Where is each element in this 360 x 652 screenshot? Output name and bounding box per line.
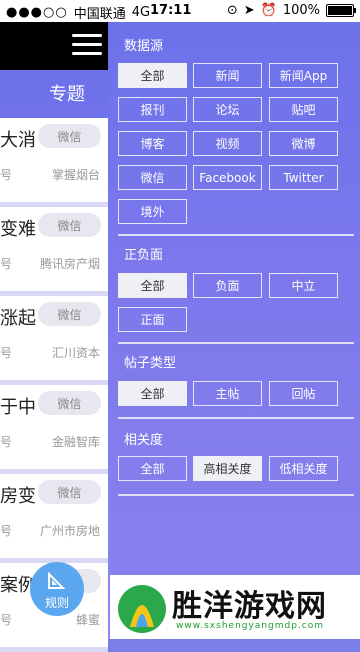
filter-panel: 数据源 正负面 帖子类型 相关度 全部 新闻 新闻App 报刊 论坛 贴吧 博客 视频 微博 微信… bbox=[110, 22, 360, 639]
source-option[interactable]: 贴吧 bbox=[269, 97, 338, 122]
ruler-icon bbox=[48, 572, 66, 589]
relevance-title: 相关度 bbox=[124, 433, 164, 448]
divider bbox=[118, 417, 354, 419]
source-option[interactable]: 新闻 bbox=[193, 63, 262, 88]
sentiment-title: 正负面 bbox=[124, 248, 164, 263]
battery-icon bbox=[326, 4, 356, 17]
card-sub-left: 号 bbox=[0, 257, 13, 271]
relevance-option[interactable]: 全部 bbox=[118, 456, 187, 481]
card-sub-right: 腾讯房产烟 bbox=[39, 257, 100, 271]
rules-label: 规则 bbox=[44, 596, 69, 610]
watermark-url: www.sxshengyangmdp.com bbox=[176, 621, 325, 631]
post_type-option[interactable]: 全部 bbox=[118, 381, 187, 406]
card-title: 房变 bbox=[0, 486, 36, 507]
carrier-label: 中国联通 bbox=[73, 7, 126, 22]
source-option[interactable]: 全部 bbox=[118, 63, 187, 88]
topic-list-panel: 专题 大消 微信号掌握烟台 变难 微信号腾讯房产烟 涨起 微信号汇川资本 于中 微信号金融智库… bbox=[0, 22, 110, 652]
card-sub-right: 汇川资本 bbox=[51, 346, 100, 360]
post-type-title: 帖子类型 bbox=[124, 356, 177, 371]
card-title: 变难 bbox=[0, 219, 36, 240]
source-badge: 微信 bbox=[38, 302, 101, 326]
divider bbox=[118, 494, 354, 496]
topbar bbox=[0, 22, 108, 70]
menu-icon[interactable] bbox=[72, 34, 102, 58]
sentiment-option[interactable]: 全部 bbox=[118, 273, 187, 298]
topic-card[interactable]: 房变 微信号 广州市房地 bbox=[0, 474, 108, 563]
status-bar: ●●●○○ 中国联通 4G 17:11 ⊙ ➤ ⏰ 100% bbox=[0, 0, 360, 22]
source-option[interactable]: Twitter bbox=[269, 165, 338, 190]
relevance-option[interactable]: 低相关度 bbox=[269, 456, 338, 481]
source-badge: 微信 bbox=[38, 391, 101, 415]
card-title: 于中 bbox=[0, 397, 36, 418]
source-option[interactable]: Facebook bbox=[193, 165, 262, 190]
source-option[interactable]: 博客 bbox=[118, 131, 187, 156]
sentiment-option[interactable]: 中立 bbox=[269, 273, 338, 298]
source-option[interactable]: 视频 bbox=[193, 131, 262, 156]
rules-button[interactable]: 规则 bbox=[30, 562, 84, 616]
post_type-option[interactable]: 回帖 bbox=[269, 381, 338, 406]
card-sub-left: 号 bbox=[0, 435, 13, 449]
topic-card[interactable]: 于中 微信号 金融智库 bbox=[0, 385, 108, 474]
signal-icon: ●●●○○ bbox=[6, 5, 68, 20]
relevance-option[interactable]: 高相关度 bbox=[193, 456, 262, 481]
sentiment-option[interactable]: 负面 bbox=[193, 273, 262, 298]
logo-icon bbox=[118, 585, 166, 633]
topic-card[interactable]: 涨起 微信号 汇川资本 bbox=[0, 296, 108, 385]
clock: 17:11 bbox=[150, 3, 192, 18]
watermark-text: 胜洋游戏网 bbox=[172, 589, 327, 624]
card-sub-right: 广州市房地 bbox=[39, 524, 100, 538]
source-option[interactable]: 新闻App bbox=[269, 63, 338, 88]
divider bbox=[118, 342, 354, 344]
network-label: 4G bbox=[131, 5, 151, 20]
sentiment-option[interactable]: 正面 bbox=[118, 307, 187, 332]
source-option[interactable]: 境外 bbox=[118, 199, 187, 224]
divider bbox=[118, 234, 354, 236]
source-title: 数据源 bbox=[124, 39, 164, 54]
card-sub-right: 掌握烟台 bbox=[51, 168, 100, 182]
card-sub-left: 号 bbox=[0, 524, 13, 538]
source-option[interactable]: 微信 bbox=[118, 165, 187, 190]
battery-percent: 100% bbox=[282, 3, 320, 18]
source-badge: 微信 bbox=[38, 124, 101, 148]
lock-rotation-icon: ⊙ bbox=[226, 3, 238, 18]
page-title: 专题 bbox=[49, 84, 85, 105]
alarm-icon: ⏰ bbox=[260, 3, 277, 18]
watermark: 胜洋游戏网 www.sxshengyangmdp.com bbox=[110, 575, 360, 639]
source-option[interactable]: 微博 bbox=[269, 131, 338, 156]
source-badge: 微信 bbox=[38, 480, 101, 504]
source-option[interactable]: 报刊 bbox=[118, 97, 187, 122]
card-sub-left: 号 bbox=[0, 613, 13, 627]
card-sub-left: 号 bbox=[0, 346, 13, 360]
source-option[interactable]: 论坛 bbox=[193, 97, 262, 122]
card-title: 大消 bbox=[0, 130, 36, 151]
card-sub-right: 蜂蜜 bbox=[75, 613, 100, 627]
card-title: 涨起 bbox=[0, 308, 36, 329]
card-sub-left: 号 bbox=[0, 168, 13, 182]
post_type-option[interactable]: 主帖 bbox=[193, 381, 262, 406]
card-sub-right: 金融智库 bbox=[51, 435, 100, 449]
topic-card[interactable]: 大消 微信号 掌握烟台 bbox=[0, 118, 108, 207]
source-badge: 微信 bbox=[38, 213, 101, 237]
location-icon: ➤ bbox=[243, 3, 255, 18]
topic-card[interactable]: 变难 微信号 腾讯房产烟 bbox=[0, 207, 108, 296]
